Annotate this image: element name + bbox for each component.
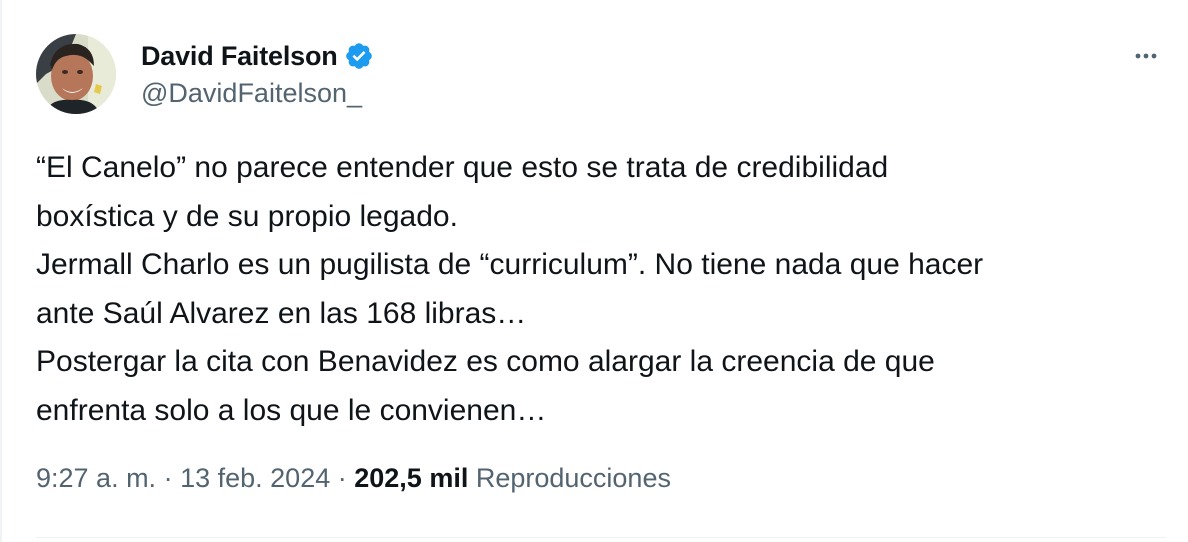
author-handle[interactable]: @DavidFaitelson_ [141, 78, 362, 109]
views-label: Reproducciones [475, 463, 671, 493]
tweet-text-line: Jermall Charlo es un pugilista de “curri… [36, 248, 984, 281]
tweet-card: David Faitelson @DavidFaitelson_ “El Can… [0, 0, 1188, 542]
left-divider [0, 0, 2, 542]
avatar-photo [36, 34, 116, 114]
tweet-text-line: ante Saúl Alvarez en las 168 libras… [36, 296, 527, 330]
meta-separator: · [337, 463, 355, 493]
author-name-row: David Faitelson [141, 38, 374, 74]
tweet-text-line: boxística y de su propio legado. [36, 199, 458, 233]
author-display-name[interactable]: David Faitelson [141, 41, 338, 72]
views-count: 202,5 mil [354, 463, 469, 493]
bottom-divider [36, 537, 1166, 538]
more-horizontal-icon [1135, 53, 1157, 59]
tweet-metadata: 9:27 a. m. · 13 feb. 2024 · 202,5 mil Re… [36, 463, 671, 494]
more-options-button[interactable] [1126, 40, 1166, 72]
tweet-date-link[interactable]: 13 feb. 2024 [180, 463, 330, 493]
tweet-text-line: enfrenta solo a los que le convienen… [36, 393, 547, 427]
avatar[interactable] [36, 34, 116, 114]
tweet-text-line: “El Canelo” no parece entender que esto … [36, 151, 889, 184]
verified-badge-icon[interactable] [344, 41, 374, 71]
meta-separator: · [163, 463, 181, 493]
tweet-time-link[interactable]: 9:27 a. m. [36, 463, 156, 493]
tweet-text: “El Canelo” no parece entender que esto … [36, 144, 1156, 435]
tweet-text-line: Postergar la cita con Benavidez es como … [36, 345, 935, 378]
